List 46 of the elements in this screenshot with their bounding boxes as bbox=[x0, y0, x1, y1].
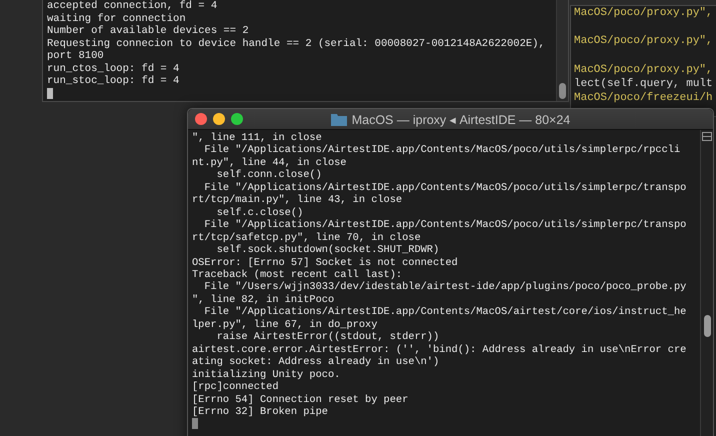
output-line: rt/tcp/safetcp.py", line 70, in close bbox=[192, 232, 422, 244]
output-line: self.conn.close() bbox=[216, 169, 323, 182]
output-line: File "/Applications/AirtestIDE.app/Contents/MacOS/poco/utils/simplerpc/transpo bbox=[203, 219, 688, 232]
output-line: port 8100 bbox=[47, 50, 105, 62]
output-line: self.c.close() bbox=[216, 206, 304, 220]
output-line: initializing Unity poco. bbox=[192, 368, 342, 382]
minimize-button[interactable] bbox=[213, 113, 225, 125]
scrollbar[interactable] bbox=[556, 0, 568, 101]
zoom-button[interactable] bbox=[231, 113, 243, 125]
scrollbar-thumb[interactable] bbox=[704, 315, 710, 337]
output-line: Number of available devices == 2 bbox=[47, 25, 250, 38]
output-line: File "/Users/wjjn3033/dev/idestable/airtest-ide/app/plugins/poco/poco_probe.py bbox=[203, 281, 688, 294]
output-line: ", line 82, in initPoco bbox=[192, 294, 336, 306]
folder-icon bbox=[330, 112, 347, 126]
code-line: MacOS/poco/proxy.py", bbox=[574, 62, 714, 77]
code-line: MacOS/poco/proxy.py", bbox=[574, 34, 714, 49]
output-line: File "/Applications/AirtestIDE.app/Contents/MacOS/poco/utils/simplerpc/rpccli bbox=[203, 144, 682, 157]
output-line: lper.py", line 67, in do_proxy bbox=[192, 318, 378, 332]
output-line: airtest.core.error.AirtestError: ('', 'bind(): Address already in use\nError cre bbox=[192, 344, 688, 356]
output-line: waiting for connection bbox=[47, 12, 187, 25]
output-line: run_ctos_loop: fd = 4 bbox=[47, 62, 180, 75]
text-cursor bbox=[192, 418, 198, 430]
code-line: lect(self.query, mult bbox=[574, 76, 714, 92]
output-line: Traceback (most recent call last): bbox=[192, 268, 404, 282]
output-line: raise AirtestError((stdout, stderr)) bbox=[216, 331, 440, 344]
output-line: Requesting connecion to device handle == 2 (serial: 00008027-0012148A2622002E), bbox=[47, 38, 546, 50]
output-line: [Errno 54] Connection reset by peer bbox=[192, 394, 410, 406]
window-title: MacOS — iproxy ◂ AirtestIDE — 80×24 bbox=[352, 112, 570, 126]
text-cursor bbox=[47, 88, 53, 98]
output-line: ating socket: Address already in use\n') bbox=[192, 356, 440, 369]
output-line: [rpc]connected bbox=[192, 381, 280, 394]
output-line: accepted connection, fd = 4 bbox=[47, 0, 218, 12]
code-line: MacOS/poco/proxy.py", bbox=[574, 6, 714, 20]
output-line: File "/Applications/AirtestIDE.app/Contents/MacOS/poco/utils/simplerpc/transpo bbox=[203, 182, 688, 194]
split-pane-icon[interactable] bbox=[702, 132, 712, 141]
output-line: self.sock.shutdown(socket.SHUT_RDWR) bbox=[216, 244, 440, 257]
output-line: nt.py", line 44, in close bbox=[192, 156, 348, 170]
scrollbar-thumb[interactable] bbox=[559, 83, 566, 99]
output-line: OSError: [Errno 57] Socket is not connected bbox=[192, 256, 459, 269]
close-button[interactable] bbox=[195, 113, 207, 125]
code-line: MacOS/poco/freezeui/h bbox=[574, 91, 714, 106]
output-line: rt/tcp/main.py", line 43, in close bbox=[192, 194, 404, 207]
output-line: File "/Applications/AirtestIDE.app/Contents/MacOS/airtest/core/ios/instruct_he bbox=[203, 306, 688, 319]
output-line: [Errno 32] Broken pipe bbox=[192, 406, 329, 418]
output-line: ", line 111, in close bbox=[192, 132, 323, 144]
output-line: run_stoc_loop: fd = 4 bbox=[47, 75, 180, 88]
